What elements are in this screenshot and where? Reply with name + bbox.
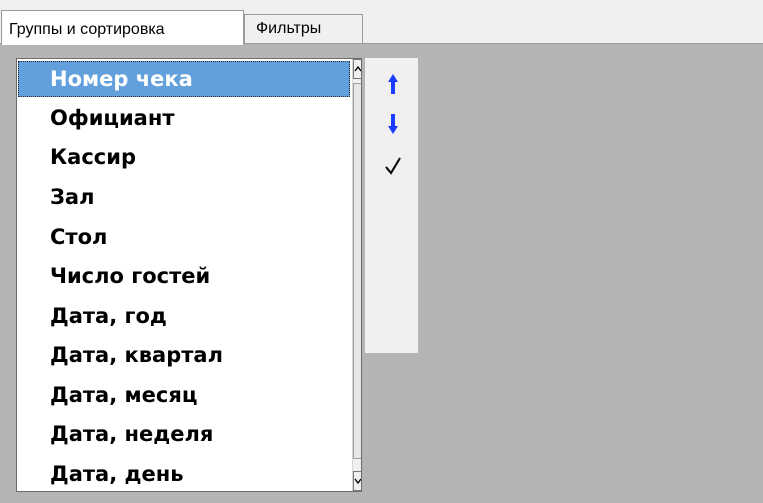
tab-groups-sorting[interactable]: Группы и сортировка	[1, 10, 244, 45]
list-scrollbar[interactable]	[352, 59, 361, 491]
tab-filters[interactable]: Фильтры	[244, 14, 363, 43]
scroll-thumb[interactable]	[353, 83, 361, 459]
list-item[interactable]: Зал	[18, 179, 350, 215]
scroll-up-button[interactable]	[353, 59, 361, 79]
list-item[interactable]: Номер чека	[18, 61, 350, 97]
list-item[interactable]: Дата, год	[18, 298, 350, 334]
list-item[interactable]: Стол	[18, 219, 350, 255]
sort-tool-panel	[365, 58, 418, 353]
list-item[interactable]: Дата, квартал	[18, 337, 350, 373]
arrow-up-icon[interactable]	[385, 72, 401, 96]
checkmark-icon[interactable]	[383, 154, 403, 178]
list-item[interactable]: Официант	[18, 100, 350, 136]
tab-strip: Группы и сортировка Фильтры	[0, 0, 763, 45]
chevron-down-icon	[354, 478, 361, 485]
list-item[interactable]: Число гостей	[18, 258, 350, 294]
scroll-down-button[interactable]	[353, 471, 361, 491]
arrow-down-icon[interactable]	[385, 112, 401, 136]
list-item[interactable]: Дата, день	[18, 456, 350, 491]
fields-listbox[interactable]: Номер чека Официант Кассир Зал Стол Числ…	[16, 58, 362, 492]
chevron-up-icon	[354, 65, 361, 72]
list-item[interactable]: Дата, месяц	[18, 377, 350, 413]
list-item[interactable]: Дата, неделя	[18, 416, 350, 452]
list-item[interactable]: Кассир	[18, 139, 350, 175]
